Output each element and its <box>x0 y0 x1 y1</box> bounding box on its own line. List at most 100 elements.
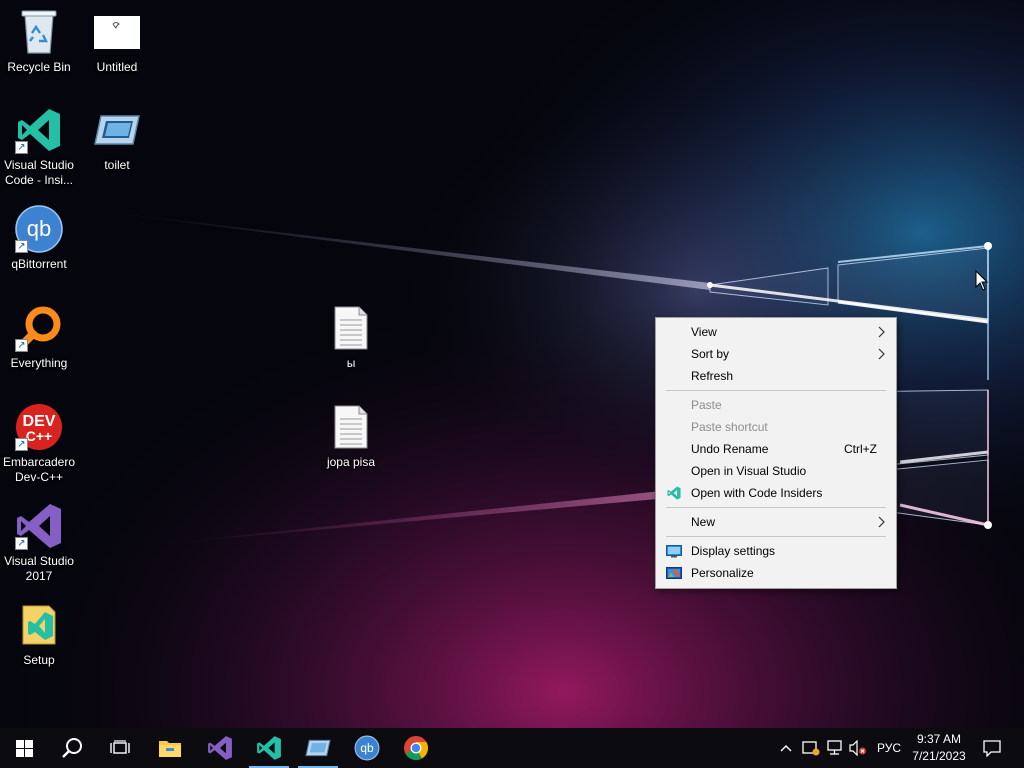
qbittorrent-icon: qb <box>354 735 380 761</box>
menu-item-open-in-visual-studio[interactable]: Open in Visual Studio <box>656 460 896 482</box>
visual-studio-icon <box>208 736 232 760</box>
vscode-insiders-icon: ↗ <box>15 106 63 154</box>
file-explorer-icon <box>159 741 181 757</box>
desktop-icon-recycle-bin[interactable]: Recycle Bin <box>0 8 78 75</box>
desktop-icon-label: Untitled <box>96 60 138 74</box>
menu-item-paste-shortcut: Paste shortcut <box>656 416 896 438</box>
desktop-icon-untitled[interactable]: Untitled <box>78 8 156 75</box>
shortcut-arrow-icon: ↗ <box>15 339 28 352</box>
clock-date: 7/21/2023 <box>912 749 966 763</box>
vscode-insiders-icon <box>667 486 681 500</box>
menu-item-view[interactable]: View <box>656 321 896 343</box>
taskbar-clock[interactable]: 9:37 AM 7/21/2023 <box>906 731 972 765</box>
action-center-button[interactable] <box>978 728 1006 768</box>
shortcut-arrow-icon: ↗ <box>15 537 28 550</box>
taskbar: qb РУС 9:37 AM 7/21/2023 <box>0 728 1024 768</box>
search-icon <box>62 738 82 758</box>
chevron-right-icon <box>878 348 885 360</box>
toilet-app-icon <box>93 106 141 154</box>
devcpp-badge-bottom: C++ <box>26 428 52 444</box>
mouse-cursor-icon <box>975 270 989 291</box>
menu-separator <box>666 536 886 537</box>
desktop-icon-label: Setup <box>23 653 55 667</box>
menu-separator <box>666 507 886 508</box>
menu-item-refresh[interactable]: Refresh <box>656 365 896 387</box>
text-file-icon <box>327 304 375 352</box>
desktop-icon-label: Visual Studio Code - Insi... <box>4 158 74 187</box>
tray-security-button[interactable] <box>800 728 822 768</box>
desktop-icon-vscode-insiders[interactable]: ↗ Visual Studio Code - Insi... <box>0 106 78 188</box>
menu-item-sort-by[interactable]: Sort by <box>656 343 896 365</box>
task-view-button[interactable] <box>96 728 144 768</box>
network-icon <box>827 740 842 755</box>
setup-installer-icon <box>15 601 63 649</box>
desktop-icon-text-file-jopa-pisa[interactable]: jopa pisa <box>312 403 390 470</box>
qbittorrent-badge-text: qb <box>360 741 374 755</box>
personalize-icon <box>666 567 682 579</box>
input-language-indicator: РУС <box>876 741 902 755</box>
shortcut-arrow-icon: ↗ <box>15 141 28 154</box>
text-file-icon <box>327 403 375 451</box>
desktop-icon-devcpp[interactable]: DEV C++ ↗ Embarcadero Dev-C++ <box>0 403 78 485</box>
menu-item-label: Paste shortcut <box>691 420 768 434</box>
taskbar-app-qbittorrent[interactable]: qb <box>343 728 391 768</box>
everything-search-icon: ↗ <box>15 304 63 352</box>
menu-item-label: Display settings <box>691 544 776 558</box>
clock-time: 9:37 AM <box>916 732 962 746</box>
taskbar-app-chrome[interactable] <box>392 728 440 768</box>
shortcut-arrow-icon: ↗ <box>15 240 28 253</box>
menu-item-display-settings[interactable]: Display settings <box>656 540 896 562</box>
desktop-icon-everything[interactable]: ↗ Everything <box>0 304 78 371</box>
menu-separator <box>666 390 886 391</box>
taskbar-app-file-explorer[interactable] <box>146 728 194 768</box>
vscode-insiders-icon <box>257 736 281 760</box>
task-view-icon <box>110 740 130 754</box>
menu-item-open-with-code-insiders[interactable]: Open with Code Insiders <box>656 482 896 504</box>
desktop-icon-label: Visual Studio 2017 <box>4 554 74 583</box>
desktop-icon-text-file-y[interactable]: ы <box>312 304 390 371</box>
tray-network-button[interactable] <box>824 728 846 768</box>
desktop-icon-qbittorrent[interactable]: qb ↗ qBittorrent <box>0 205 78 272</box>
visual-studio-icon: ↗ <box>15 502 63 550</box>
search-button[interactable] <box>48 728 96 768</box>
desktop-icon-label: Recycle Bin <box>7 60 71 74</box>
desktop-icon-label: Embarcadero Dev-C++ <box>2 455 76 484</box>
taskbar-app-toilet[interactable] <box>294 728 342 768</box>
tray-volume-button[interactable] <box>847 728 869 768</box>
image-file-icon <box>93 8 141 56</box>
desktop-icon-label: toilet <box>104 158 130 172</box>
desktop-icon-visual-studio-2017[interactable]: ↗ Visual Studio 2017 <box>0 502 78 584</box>
menu-item-label: Open in Visual Studio <box>691 464 807 478</box>
menu-item-label: Personalize <box>691 566 754 580</box>
tray-language-button[interactable]: РУС <box>872 728 906 768</box>
desktop-icon-setup[interactable]: Setup <box>0 601 78 668</box>
notification-icon <box>983 739 1001 757</box>
menu-item-label: New <box>691 515 716 529</box>
taskbar-app-vscode-insiders[interactable] <box>245 728 293 768</box>
qbittorrent-icon: qb ↗ <box>15 205 63 253</box>
toilet-app-icon <box>305 739 331 757</box>
menu-item-undo-rename[interactable]: Undo Rename Ctrl+Z <box>656 438 896 460</box>
desktop-context-menu: View Sort by Refresh Paste Paste shortcu… <box>655 317 897 589</box>
volume-muted-icon <box>849 740 866 756</box>
desktop-icon-label: jopa pisa <box>326 455 376 469</box>
menu-item-label: View <box>691 325 717 339</box>
menu-item-label: Paste <box>691 398 722 412</box>
chevron-up-icon <box>780 745 792 752</box>
menu-item-new[interactable]: New <box>656 511 896 533</box>
desktop-icon-toilet[interactable]: toilet <box>78 106 156 173</box>
recycle-bin-icon <box>15 8 63 56</box>
devcpp-icon: DEV C++ ↗ <box>15 403 63 451</box>
qbittorrent-badge-text: qb <box>27 216 51 241</box>
taskbar-app-visual-studio[interactable] <box>196 728 244 768</box>
menu-item-label: Undo Rename <box>691 442 769 456</box>
start-button[interactable] <box>0 728 48 768</box>
show-hidden-icons-button[interactable] <box>776 728 796 768</box>
desktop-icon-label: qBittorrent <box>11 257 67 271</box>
menu-item-label: Refresh <box>691 369 734 383</box>
shortcut-arrow-icon: ↗ <box>15 438 28 451</box>
desktop-icon-label: Everything <box>10 356 68 370</box>
menu-item-label: Open with Code Insiders <box>691 486 823 500</box>
desktop-icon-label: ы <box>346 356 356 370</box>
menu-item-personalize[interactable]: Personalize <box>656 562 896 584</box>
